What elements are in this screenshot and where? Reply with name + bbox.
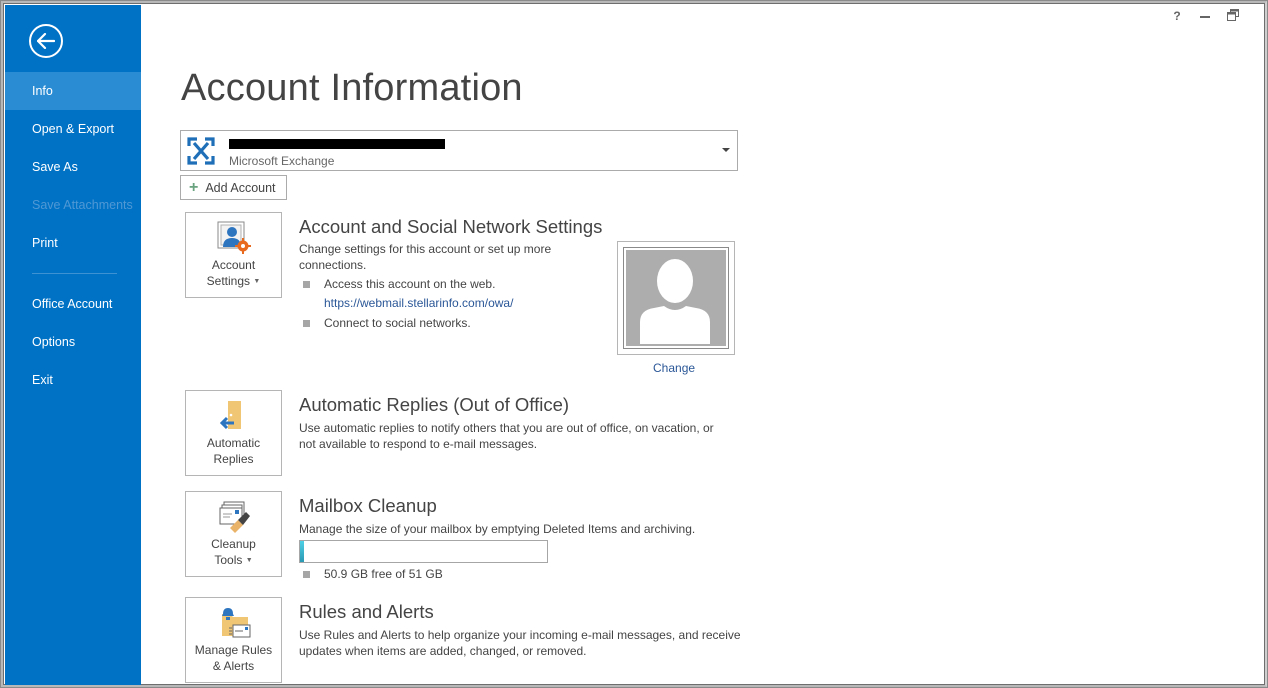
mailbox-cleanup-title: Mailbox Cleanup — [299, 495, 437, 516]
bullet-icon — [303, 320, 310, 327]
mailbox-quota-bar — [299, 540, 548, 563]
account-settings-button[interactable]: Account Settings ▼ — [185, 212, 282, 298]
window-controls: ? — [1163, 9, 1247, 27]
sidebar-item-print[interactable]: Print — [5, 224, 141, 262]
sidebar-item-exit[interactable]: Exit — [5, 361, 141, 399]
caret-down-icon: ▼ — [253, 277, 261, 285]
automatic-replies-desc: Use automatic replies to notify others t… — [299, 421, 714, 451]
manage-rules-alerts-label: Manage Rules & Alerts — [194, 643, 273, 673]
account-settings-icon — [217, 221, 251, 254]
caret-down-icon: ▼ — [245, 556, 253, 564]
chevron-down-icon — [722, 148, 730, 152]
plus-icon: + — [189, 178, 199, 196]
sidebar-divider — [32, 273, 117, 274]
sidebar-item-options[interactable]: Options — [5, 323, 141, 361]
restore-button[interactable] — [1219, 9, 1247, 27]
cleanup-tools-label: Cleanup Tools ▼ — [211, 537, 256, 567]
account-settings-title: Account and Social Network Settings — [299, 216, 603, 237]
profile-picture[interactable] — [617, 241, 735, 355]
automatic-replies-icon — [219, 401, 241, 430]
sidebar-item-info[interactable]: Info — [5, 72, 141, 110]
backstage-sidebar: Info Open & Export Save As Save Attachme… — [5, 5, 141, 685]
web-access-text: Access this account on the web. — [324, 277, 496, 291]
minimize-icon — [1200, 16, 1210, 18]
change-photo-link[interactable]: Change — [653, 361, 695, 375]
add-account-button[interactable]: + Add Account — [180, 175, 287, 200]
sidebar-item-save-attachments: Save Attachments — [32, 198, 133, 212]
bullet-icon — [303, 571, 310, 578]
back-arrow-icon — [37, 33, 55, 49]
add-account-label: Add Account — [205, 180, 276, 195]
sidebar-nav: Info Open & Export Save As Save Attachme… — [5, 72, 141, 399]
outlook-backstage-window: Info Open & Export Save As Save Attachme… — [1, 1, 1267, 687]
rules-alerts-desc: Use Rules and Alerts to help organize yo… — [299, 628, 741, 658]
bullet-icon — [303, 281, 310, 288]
sidebar-item-save-as[interactable]: Save As — [5, 148, 141, 186]
rules-alerts-icon — [222, 608, 251, 638]
owa-link[interactable]: https://webmail.stellarinfo.com/owa/ — [324, 296, 513, 310]
mailbox-cleanup-desc: Manage the size of your mailbox by empty… — [299, 522, 696, 536]
mailbox-quota-text: 50.9 GB free of 51 GB — [324, 567, 443, 581]
account-type-label: Microsoft Exchange — [229, 154, 335, 168]
rules-alerts-title: Rules and Alerts — [299, 601, 434, 622]
page-title: Account Information — [181, 67, 523, 109]
restore-icon — [1227, 9, 1239, 21]
sidebar-item-office-account[interactable]: Office Account — [5, 285, 141, 323]
cleanup-tools-icon — [219, 501, 250, 533]
back-button[interactable] — [29, 24, 63, 58]
help-button[interactable]: ? — [1163, 9, 1191, 27]
automatic-replies-label: Automatic Replies — [206, 436, 261, 466]
account-settings-desc: Change settings for this account or set … — [299, 242, 552, 272]
account-name-redacted — [229, 139, 445, 149]
account-settings-label: Account Settings ▼ — [206, 258, 261, 288]
social-networks-text: Connect to social networks. — [324, 316, 471, 330]
minimize-button[interactable] — [1191, 9, 1219, 27]
sidebar-item-open-export[interactable]: Open & Export — [5, 110, 141, 148]
mailbox-quota-fill — [300, 541, 304, 562]
person-silhouette-icon — [640, 259, 710, 344]
automatic-replies-title: Automatic Replies (Out of Office) — [299, 394, 570, 415]
cleanup-tools-button[interactable]: Cleanup Tools ▼ — [185, 491, 282, 577]
exchange-icon — [187, 137, 215, 165]
account-selector-dropdown[interactable]: Microsoft Exchange — [180, 130, 738, 171]
automatic-replies-button[interactable]: Automatic Replies — [185, 390, 282, 476]
manage-rules-alerts-button[interactable]: Manage Rules & Alerts — [185, 597, 282, 683]
